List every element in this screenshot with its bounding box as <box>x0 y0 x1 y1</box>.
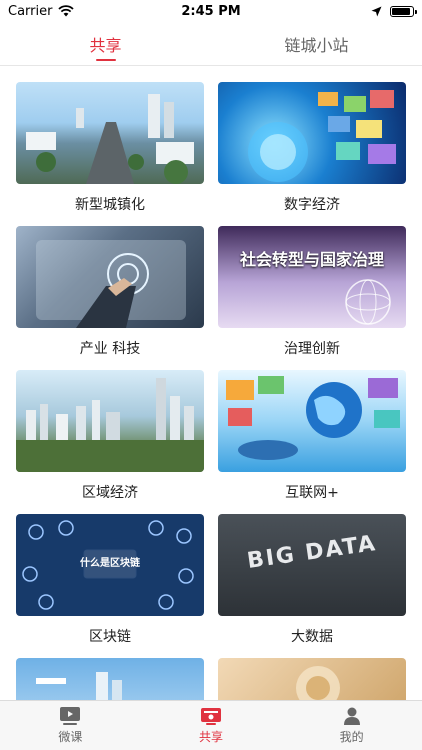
tab-share-label: 共享 <box>89 35 122 55</box>
card-regional-economy[interactable]: 区域经济 <box>16 370 204 514</box>
gold-partial-image <box>218 658 406 700</box>
wifi-icon <box>58 5 75 17</box>
tab-chain-city-station[interactable]: 链城小站 <box>211 22 422 65</box>
status-bar: Carrier 2:45 PM <box>0 0 422 22</box>
card-blockchain[interactable]: 什么是区块链 区块链 <box>16 514 204 658</box>
card-digital-economy[interactable]: 数字经济 <box>218 82 406 226</box>
card-big-data-label: 大数据 <box>291 629 333 645</box>
person-icon <box>343 707 360 725</box>
card-gold-partial[interactable] <box>218 658 406 700</box>
card-internet-plus-label: 互联网+ <box>285 485 339 501</box>
card-internet-plus[interactable]: 互联网+ <box>218 370 406 514</box>
card-regional-economy-label: 区域经济 <box>82 485 138 501</box>
big-data-image: BIG DATA <box>218 514 406 616</box>
blockchain-image: 什么是区块链 <box>16 514 204 616</box>
carrier-label: Carrier <box>8 3 53 19</box>
card-urbanization-label: 新型城镇化 <box>75 197 145 213</box>
regional-economy-image <box>16 370 204 472</box>
card-city-partial[interactable] <box>16 658 204 700</box>
bottom-tab-share[interactable]: 共享 <box>141 701 282 750</box>
active-tab-indicator <box>95 59 116 61</box>
battery-fill <box>392 7 410 15</box>
video-icon <box>60 707 81 725</box>
status-right <box>274 5 417 17</box>
card-big-data[interactable]: BIG DATA 大数据 <box>218 514 406 658</box>
card-blockchain-label: 区块链 <box>89 629 131 645</box>
bottom-tab-profile[interactable]: 我的 <box>281 701 422 750</box>
tab-share[interactable]: 共享 <box>0 22 211 65</box>
card-industry-tech-label: 产业 科技 <box>79 341 141 357</box>
bottom-tab-bar: 微课 共享 我的 <box>0 700 422 750</box>
top-tab-bar: 共享 链城小站 <box>0 22 422 66</box>
status-left: Carrier <box>8 4 148 19</box>
internet-plus-image <box>218 370 406 472</box>
city-partial-image <box>16 658 204 700</box>
bottom-tab-micro-course-label: 微课 <box>58 730 83 744</box>
share-icon <box>201 708 221 725</box>
topic-grid: 新型城镇化 数字经济 产业 科技 社会转型与国家治理 治理创新 区域经济 互联网… <box>0 80 422 700</box>
card-governance[interactable]: 社会转型与国家治理 治理创新 <box>218 226 406 370</box>
blockchain-image-text: 什么是区块链 <box>80 558 140 569</box>
big-data-image-text: BIG DATA <box>245 531 379 574</box>
tab-chain-city-station-label: 链城小站 <box>284 35 349 55</box>
digital-economy-image <box>218 82 406 184</box>
bottom-tab-profile-label: 我的 <box>339 730 364 744</box>
card-digital-economy-label: 数字经济 <box>284 197 340 213</box>
society-governance-image: 社会转型与国家治理 <box>218 226 406 328</box>
battery-icon <box>390 5 417 17</box>
location-arrow-icon <box>371 6 382 16</box>
bottom-tab-share-label: 共享 <box>199 730 224 744</box>
bottom-tab-micro-course[interactable]: 微课 <box>0 701 141 750</box>
industry-tech-image <box>16 226 204 328</box>
card-governance-label: 治理创新 <box>284 341 340 357</box>
urbanization-image <box>16 82 204 184</box>
status-time: 2:45 PM <box>181 3 241 19</box>
card-industry-tech[interactable]: 产业 科技 <box>16 226 204 370</box>
card-urbanization[interactable]: 新型城镇化 <box>16 82 204 226</box>
